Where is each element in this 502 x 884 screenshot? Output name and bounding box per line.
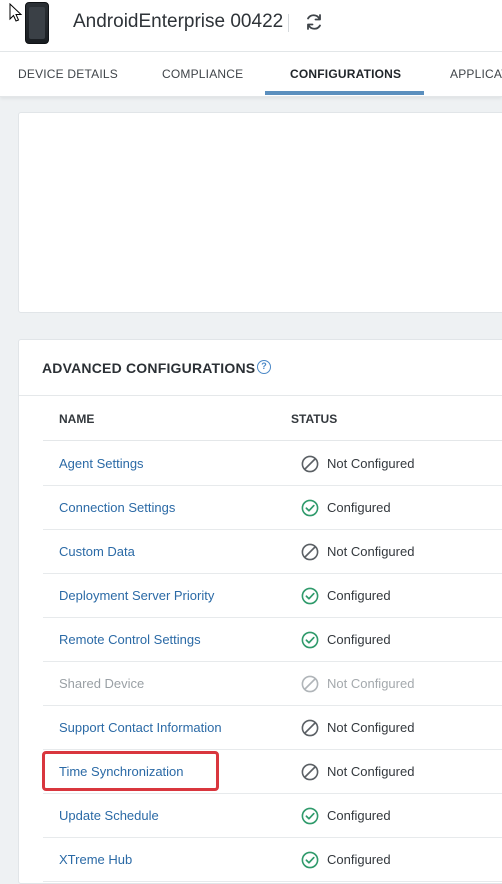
device-header: AndroidEnterprise 00422 [0,0,502,52]
config-status-text: Configured [327,852,391,867]
ban-icon [301,675,319,693]
config-name-link[interactable]: XTreme Hub [59,852,132,867]
config-name-link[interactable]: Update Schedule [59,808,159,823]
ban-icon [301,763,319,781]
table-row: XTreme Hub Configured [43,838,502,882]
panel-title: ADVANCED CONFIGURATIONS [42,360,256,376]
header-divider [43,440,502,441]
config-status-text: Not Configured [327,544,415,559]
tab-compliance[interactable]: COMPLIANCE [162,67,243,81]
help-icon[interactable]: ? [257,360,271,374]
device-title: AndroidEnterprise 00422 [73,11,284,32]
title-divider [288,14,289,32]
config-name-link[interactable]: Remote Control Settings [59,632,201,647]
check-circle-icon [301,587,319,605]
column-header-status[interactable]: STATUS [291,412,337,426]
check-circle-icon [301,631,319,649]
panel-divider [19,395,502,396]
config-name-link[interactable]: Deployment Server Priority [59,588,214,603]
table-row: Agent Settings Not Configured [43,442,502,486]
active-tab-indicator [265,91,424,95]
highlight-annotation [42,751,219,791]
ban-icon [301,543,319,561]
tab-applications[interactable]: APPLICAT [450,67,502,81]
check-circle-icon [301,851,319,869]
check-circle-icon [301,499,319,517]
config-status-text: Not Configured [327,676,415,691]
mouse-cursor-icon [9,3,23,22]
ban-icon [301,455,319,473]
config-name-link[interactable]: Custom Data [59,544,135,559]
table-row: Deployment Server Priority Configured [43,574,502,618]
table-row: Connection Settings Configured [43,486,502,530]
advanced-configurations-panel: ADVANCED CONFIGURATIONS ? NAME STATUS Ag… [18,339,502,884]
config-status-text: Configured [327,808,391,823]
tab-device-details[interactable]: DEVICE DETAILS [18,67,118,81]
config-status-text: Not Configured [327,720,415,735]
table-row: Remote Control Settings Configured [43,618,502,662]
configuration-summary-panel [18,112,502,313]
table-row: Update Schedule Configured [43,794,502,838]
config-name-link: Shared Device [59,676,145,691]
refresh-icon[interactable] [304,12,324,32]
config-status-text: Not Configured [327,764,415,779]
config-status-text: Configured [327,632,391,647]
config-name-link[interactable]: Connection Settings [59,500,175,515]
device-phone-icon [25,2,49,44]
ban-icon [301,719,319,737]
config-name-link[interactable]: Agent Settings [59,456,144,471]
table-row: Support Contact Information Not Configure… [43,706,502,750]
column-header-name[interactable]: NAME [59,412,94,426]
config-status-text: Configured [327,588,391,603]
config-name-link[interactable]: Support Contact Information [59,720,222,735]
table-row: Custom Data Not Configured [43,530,502,574]
check-circle-icon [301,807,319,825]
table-row: Shared Device Not Configured [43,662,502,706]
tab-configurations[interactable]: CONFIGURATIONS [290,67,401,81]
tab-bar: DEVICE DETAILS COMPLIANCE CONFIGURATIONS… [0,52,502,97]
config-status-text: Not Configured [327,456,415,471]
config-status-text: Configured [327,500,391,515]
